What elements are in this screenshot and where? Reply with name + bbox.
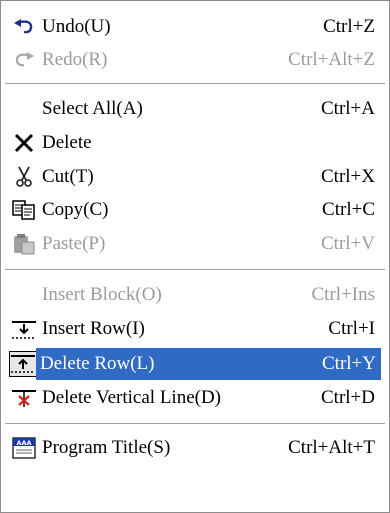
menu-item-undo[interactable]: Undo(U) Ctrl+Z: [2, 11, 388, 43]
paste-icon: [11, 233, 37, 255]
menu-item-label: Insert Block(O): [42, 284, 162, 305]
menu-item-program-title[interactable]: AAA Program Title(S) Ctrl+Alt+T: [2, 432, 388, 464]
menu-separator: [5, 423, 385, 425]
menu-item-label: Select All(A): [42, 98, 143, 119]
menu-item-redo[interactable]: Redo(R) Ctrl+Alt+Z: [2, 44, 388, 76]
program-title-icon: AAA: [11, 437, 37, 459]
undo-icon: [11, 16, 37, 38]
menu-item-shortcut: Ctrl+C: [322, 199, 375, 220]
menu-item-delete[interactable]: Delete: [2, 127, 388, 159]
menu-item-label: Cut(T): [42, 166, 94, 187]
menu-item-shortcut: Ctrl+Alt+Z: [288, 49, 375, 70]
menu-item-label: Redo(R): [42, 49, 108, 70]
menu-item-label: Program Title(S): [42, 437, 171, 458]
menu-item-label: Delete: [42, 132, 92, 153]
menu-item-label: Delete Vertical Line(D): [42, 387, 222, 408]
menu-item-shortcut: Ctrl+X: [321, 166, 375, 187]
menu-item-delete-vertical-line[interactable]: Delete Vertical Line(D) Ctrl+D: [2, 382, 388, 414]
menu-item-label: Undo(U): [42, 16, 111, 37]
menu-item-select-all[interactable]: Select All(A) Ctrl+A: [2, 93, 388, 125]
menu-item-insert-row[interactable]: Insert Row(I) Ctrl+I: [2, 313, 388, 345]
menu-item-label: Copy(C): [42, 199, 109, 220]
edit-context-menu: Undo(U) Ctrl+Z Redo(R) Ctrl+Alt+Z Select…: [0, 0, 390, 513]
menu-item-shortcut: Ctrl+I: [328, 318, 375, 339]
menu-item-label: Delete Row(L): [40, 353, 155, 374]
menu-item-cut[interactable]: Cut(T) Ctrl+X: [2, 161, 388, 193]
menu-separator: [5, 269, 385, 271]
delete-vertical-line-icon: [11, 387, 37, 409]
delete-x-icon: [11, 132, 37, 154]
menu-item-copy[interactable]: Copy(C) Ctrl+C: [2, 194, 388, 226]
scissors-icon: [11, 166, 37, 188]
svg-text:AAA: AAA: [16, 439, 31, 447]
menu-item-delete-row[interactable]: Delete Row(L) Ctrl+Y: [36, 348, 381, 380]
menu-item-label: Paste(P): [42, 233, 106, 254]
menu-item-shortcut: Ctrl+A: [321, 98, 375, 119]
menu-item-label: Insert Row(I): [42, 318, 145, 339]
menu-item-insert-block[interactable]: Insert Block(O) Ctrl+Ins: [2, 279, 388, 311]
menu-item-shortcut: Ctrl+Ins: [311, 284, 376, 305]
insert-row-icon: [11, 318, 37, 340]
delete-row-icon: [9, 351, 37, 377]
menu-item-shortcut: Ctrl+Y: [322, 353, 376, 374]
menu-separator: [5, 83, 385, 85]
redo-icon: [11, 49, 37, 71]
menu-item-shortcut: Ctrl+V: [321, 233, 375, 254]
copy-icon: [11, 199, 37, 221]
menu-item-shortcut: Ctrl+Z: [323, 16, 375, 37]
menu-item-shortcut: Ctrl+Alt+T: [288, 437, 375, 458]
menu-item-shortcut: Ctrl+D: [321, 387, 375, 408]
menu-item-paste[interactable]: Paste(P) Ctrl+V: [2, 228, 388, 260]
